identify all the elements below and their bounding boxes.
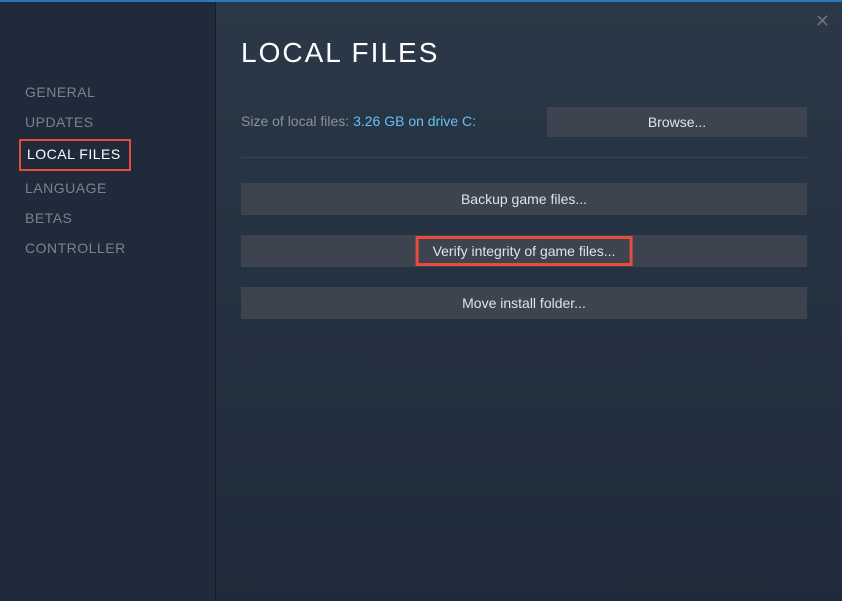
browse-button[interactable]: Browse...: [547, 107, 807, 137]
verify-button[interactable]: Verify integrity of game files...: [241, 235, 807, 267]
size-info-text: Size of local files: 3.26 GB on drive C:: [241, 113, 476, 131]
sidebar: GENERAL UPDATES LOCAL FILES LANGUAGE BET…: [0, 2, 215, 601]
backup-button[interactable]: Backup game files...: [241, 183, 807, 215]
size-label: Size of local files:: [241, 113, 353, 129]
window-container: GENERAL UPDATES LOCAL FILES LANGUAGE BET…: [0, 0, 842, 601]
size-value-link[interactable]: 3.26 GB on drive C:: [353, 113, 476, 129]
sidebar-item-local-files[interactable]: LOCAL FILES: [27, 146, 121, 162]
move-button[interactable]: Move install folder...: [241, 287, 807, 319]
main-panel: ✕ LOCAL FILES Size of local files: 3.26 …: [215, 2, 842, 601]
verify-highlight-box: Verify integrity of game files...: [416, 236, 633, 266]
close-button[interactable]: ✕: [815, 12, 830, 30]
size-info-row: Size of local files: 3.26 GB on drive C:…: [241, 107, 807, 137]
sidebar-item-language[interactable]: LANGUAGE: [0, 173, 215, 203]
sidebar-item-betas[interactable]: BETAS: [0, 203, 215, 233]
page-title: LOCAL FILES: [241, 37, 807, 69]
sidebar-item-updates[interactable]: UPDATES: [0, 107, 215, 137]
sidebar-item-general[interactable]: GENERAL: [0, 77, 215, 107]
divider: [241, 157, 807, 158]
sidebar-item-highlight: LOCAL FILES: [19, 139, 131, 171]
sidebar-item-controller[interactable]: CONTROLLER: [0, 233, 215, 263]
